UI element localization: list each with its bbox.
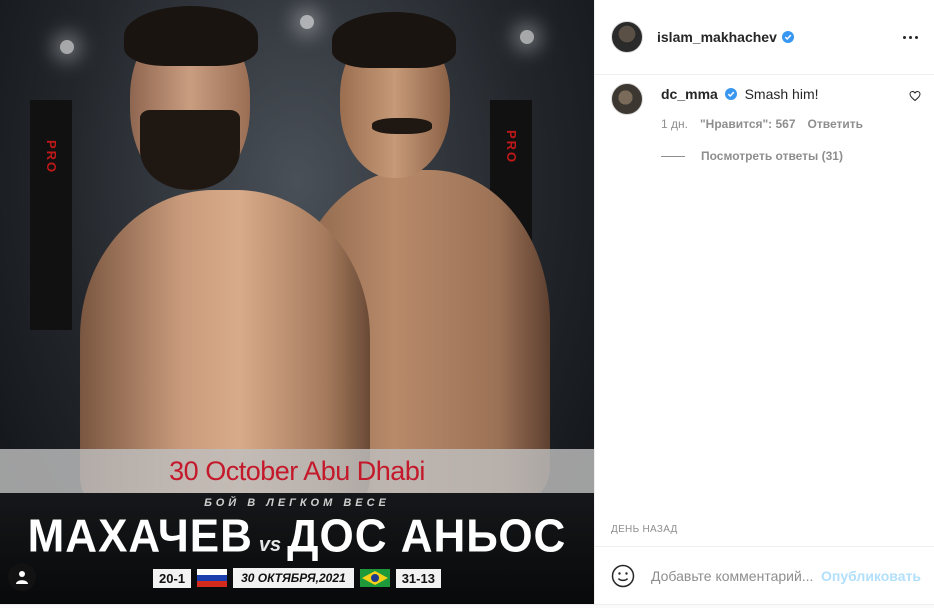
date-banner-text: 30 October Abu Dhabi xyxy=(169,455,425,486)
russia-flag-icon xyxy=(197,569,228,587)
publish-button[interactable]: Опубликовать xyxy=(821,568,921,584)
event-date: 30 ОКТЯБРЯ,2021 xyxy=(233,568,354,588)
cage-post-left: PRO xyxy=(30,100,72,330)
view-replies-label: Посмотреть ответы (31) xyxy=(701,149,843,163)
verified-badge-icon xyxy=(781,31,794,43)
cage-brand-right: PRO xyxy=(504,130,519,165)
bout-subtitle: БОЙ В ЛЕГКОМ ВЕСЕ xyxy=(204,497,390,509)
comment-age[interactable]: 1 дн. xyxy=(661,117,688,131)
arena-light xyxy=(520,30,534,44)
heart-icon[interactable] xyxy=(909,90,921,102)
page-bottom-edge xyxy=(0,604,934,608)
cage-brand-left: PRO xyxy=(44,140,59,175)
record-left: 20-1 xyxy=(153,568,192,588)
divider xyxy=(661,155,685,157)
comment-likes[interactable]: "Нравится": 567 xyxy=(700,117,796,131)
record-right: 31-13 xyxy=(395,568,441,588)
reply-button[interactable]: Ответить xyxy=(808,117,863,131)
tagged-users-icon[interactable] xyxy=(8,563,36,591)
instagram-post: PRO PRO 30 October Abu Dhabi БОЙ В ЛЕГКО… xyxy=(0,0,934,608)
fighter-left-name: МАХАЧЕВ xyxy=(27,510,253,563)
date-banner: 30 October Abu Dhabi xyxy=(0,449,594,493)
fight-stats: 20-1 30 ОКТЯБРЯ,2021 31-13 xyxy=(0,568,594,588)
fighter-right-name: ДОС АНЬОС xyxy=(287,510,567,563)
post-timestamp[interactable]: ДЕНЬ НАЗАД xyxy=(611,524,678,535)
post-header: islam_makhachev xyxy=(595,0,934,75)
post-side-panel: islam_makhachev dc_mma Smash him! 1 дн. … xyxy=(594,0,934,604)
add-comment-bar: Опубликовать xyxy=(595,546,934,604)
vs-label: vs xyxy=(258,534,282,556)
comment-avatar[interactable] xyxy=(611,83,643,115)
view-replies-button[interactable]: Посмотреть ответы (31) xyxy=(661,149,843,163)
comment-username[interactable]: dc_mma xyxy=(661,86,718,102)
post-image[interactable]: PRO PRO 30 October Abu Dhabi БОЙ В ЛЕГКО… xyxy=(0,0,594,604)
comment-input[interactable] xyxy=(651,567,821,584)
more-options-icon[interactable] xyxy=(903,35,918,39)
comment-body: dc_mma Smash him! xyxy=(661,85,819,103)
verified-badge-icon xyxy=(724,88,737,100)
avatar[interactable] xyxy=(611,21,643,53)
comment-meta: 1 дн. "Нравится": 567 Ответить xyxy=(661,117,863,131)
arena-light xyxy=(300,15,314,29)
author-username[interactable]: islam_makhachev xyxy=(657,29,777,45)
comment-text: Smash him! xyxy=(744,86,819,102)
fighter-names: МАХАЧЕВ vs ДОС АНЬОС xyxy=(0,510,594,563)
person-icon xyxy=(16,571,28,584)
emoji-icon[interactable] xyxy=(611,564,635,588)
arena-light xyxy=(60,40,74,54)
brazil-flag-icon xyxy=(359,569,390,587)
